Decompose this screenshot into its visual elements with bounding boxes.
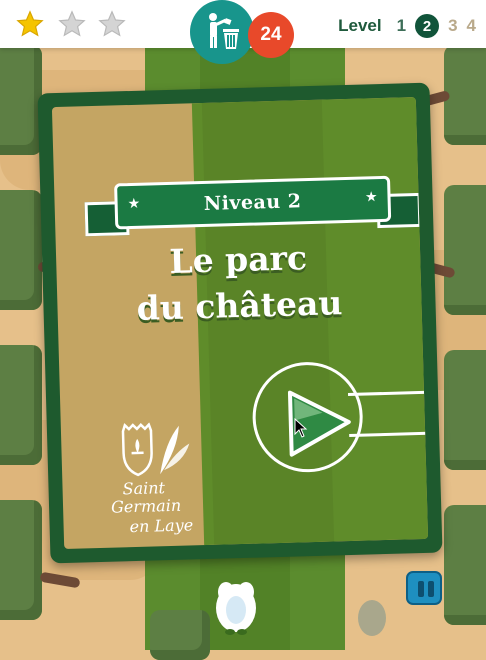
trash-count-badge: 24 (248, 12, 294, 58)
level-1[interactable]: 1 (397, 16, 406, 36)
hedge (0, 190, 42, 310)
level-label: Level (338, 16, 382, 35)
hedge (444, 505, 486, 625)
star-icon (16, 10, 44, 37)
play-slot (347, 390, 429, 437)
star-icon (98, 10, 126, 37)
logo-line-3: en Laye (129, 515, 194, 537)
trash-bin-icon (209, 13, 239, 49)
star-icon (58, 10, 86, 37)
hedge (444, 185, 486, 315)
star-icon: ★ (127, 195, 141, 213)
saint-germain-logo: Saint Germain en Laye (107, 421, 221, 549)
play-button[interactable] (282, 387, 354, 459)
level-2-current[interactable]: 2 (415, 14, 440, 38)
hedge (444, 350, 486, 470)
level-4[interactable]: 4 (467, 16, 476, 36)
rock (358, 600, 386, 636)
hedge (0, 345, 42, 465)
top-bar: 24 Level 1 2 3 4 (0, 0, 486, 64)
level-ribbon: ★ Niveau 2 ★ (114, 175, 392, 230)
level-3[interactable]: 3 (448, 16, 457, 36)
level-card: ★ Niveau 2 ★ Le parc du château Saint Ge… (37, 82, 443, 564)
trash-counter (190, 0, 254, 64)
pause-button[interactable] (406, 571, 442, 605)
hedge (0, 45, 42, 155)
sheep-character-icon (216, 582, 256, 635)
logo-line-2: Germain (110, 495, 182, 517)
hedge (444, 45, 486, 145)
ribbon-text: Niveau 2 (203, 190, 302, 215)
hedge (150, 610, 210, 660)
mouse-cursor-icon (294, 418, 308, 438)
city-crest-icon (121, 422, 190, 477)
hedge (0, 500, 42, 620)
level-selector: Level 1 2 3 4 (338, 14, 476, 38)
star-icon: ★ (364, 189, 378, 206)
